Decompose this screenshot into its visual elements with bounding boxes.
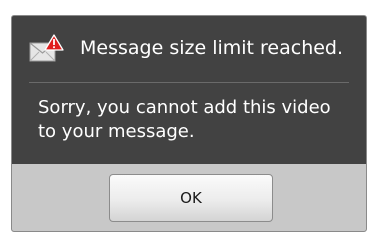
alert-dialog: Message size limit reached. Sorry, you c… (11, 15, 367, 232)
dialog-button-bar: OK (12, 164, 366, 231)
title-divider (29, 82, 349, 83)
dialog-title-bar: Message size limit reached. (12, 16, 366, 80)
dialog-message: Sorry, you cannot add this video to your… (38, 97, 331, 142)
mail-warning-icon (29, 34, 65, 64)
dialog-title: Message size limit reached. (80, 37, 344, 59)
ok-button[interactable]: OK (109, 174, 273, 222)
